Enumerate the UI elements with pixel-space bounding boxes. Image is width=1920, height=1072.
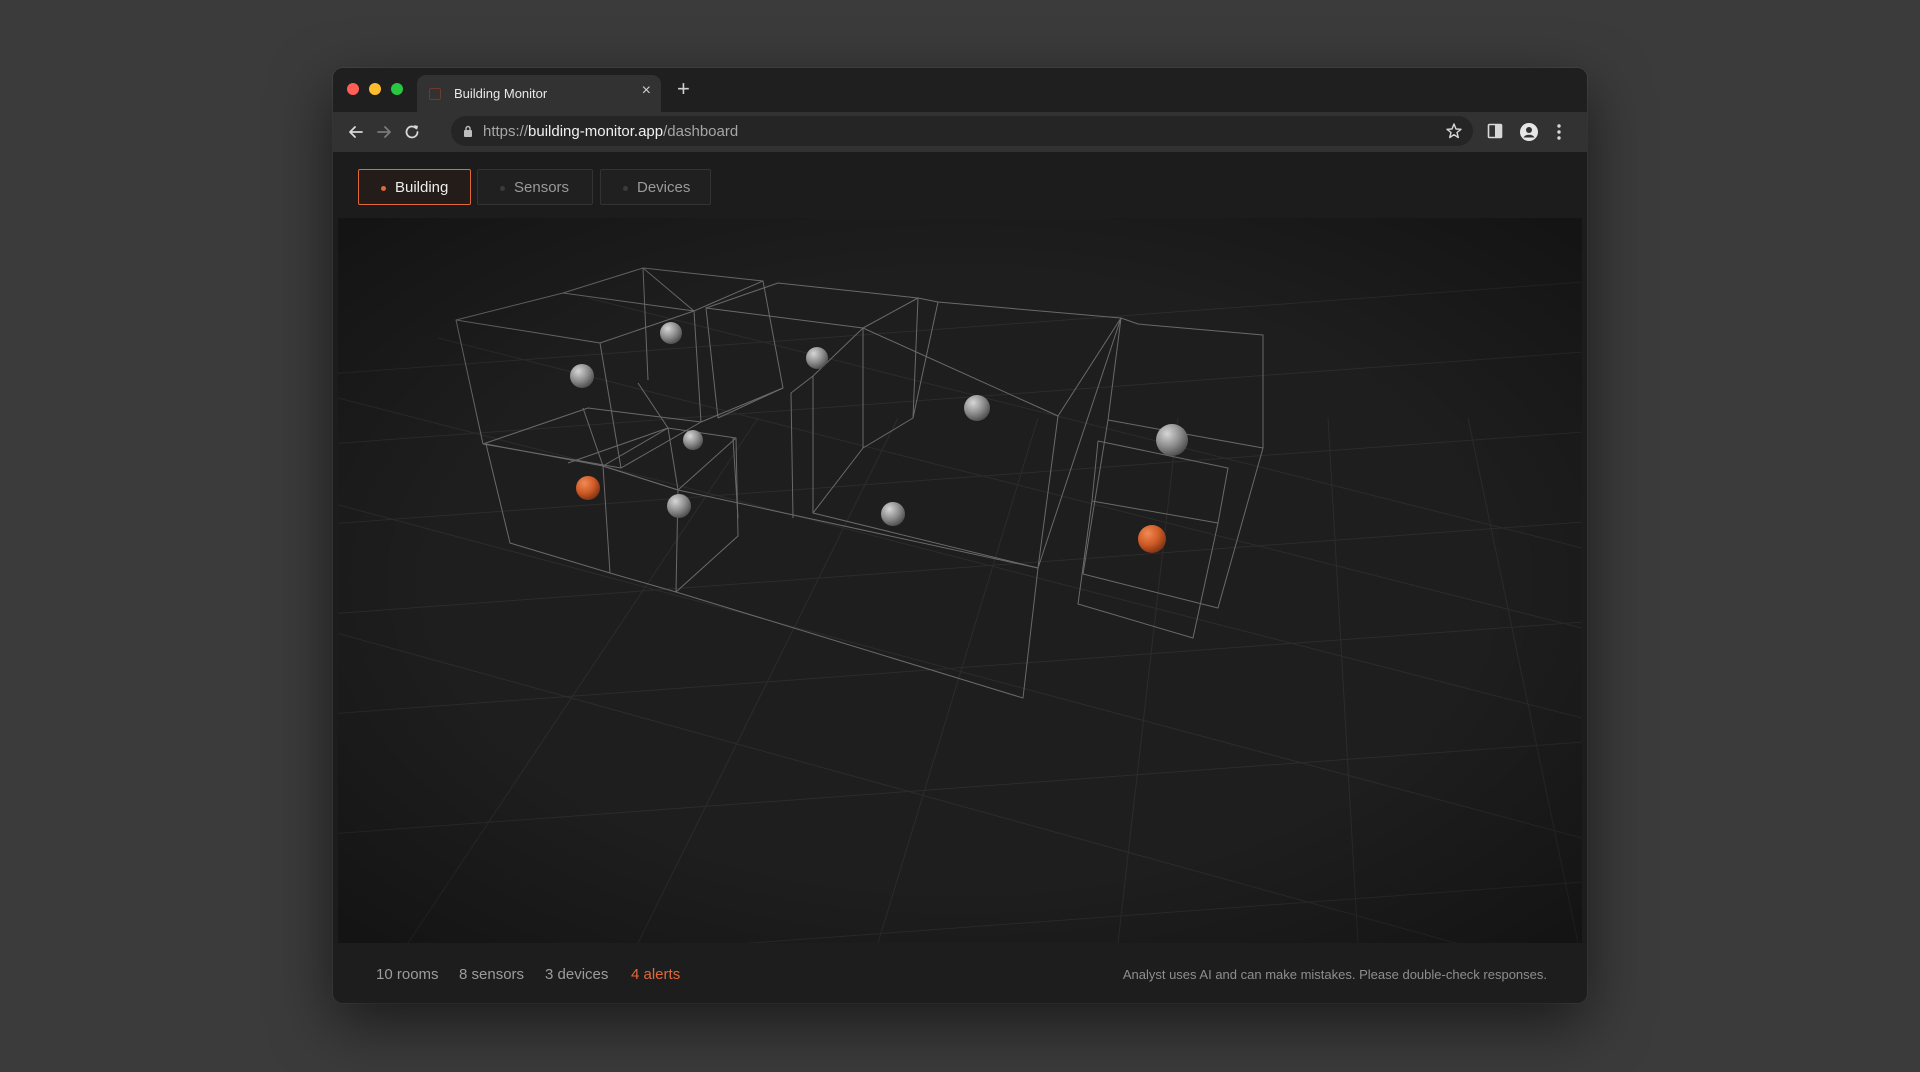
tab-devices[interactable]: Devices (600, 169, 711, 205)
favicon-icon (429, 88, 441, 100)
back-arrow-icon[interactable] (346, 122, 366, 142)
title-bar: Building Monitor × + (333, 68, 1587, 112)
url-path: /dashboard (663, 123, 739, 140)
browser-toolbar: https://building-monitor.app/dashboard (333, 112, 1587, 152)
tab-title: Building Monitor (454, 86, 548, 101)
close-window-button[interactable] (347, 83, 359, 95)
alerts-count[interactable]: 4 alerts (631, 966, 680, 983)
url-text: https://building-monitor.app/dashboard (483, 123, 738, 140)
app-content: Building Sensors Devices 10 rooms 8 sens… (333, 152, 1587, 1003)
view-tab-bar: Building Sensors Devices (333, 152, 1587, 218)
url-scheme: https:// (483, 123, 529, 140)
building-wireframe-scene[interactable] (338, 218, 1582, 943)
browser-window: Building Monitor × + https://building-mo… (333, 68, 1587, 1003)
building-3d-viewport[interactable] (338, 218, 1582, 943)
tab-sensors[interactable]: Sensors (477, 169, 593, 205)
tab-close-icon[interactable]: × (642, 83, 651, 99)
new-tab-icon[interactable]: + (677, 78, 690, 100)
maximize-window-button[interactable] (391, 83, 403, 95)
tab-building-indicator (381, 186, 386, 191)
tab-building[interactable]: Building (358, 169, 471, 205)
profile-avatar-icon[interactable] (1519, 122, 1539, 142)
address-bar[interactable]: https://building-monitor.app/dashboard (451, 116, 1473, 146)
more-menu-icon[interactable] (1555, 122, 1563, 142)
browser-tab[interactable]: Building Monitor × (417, 75, 661, 112)
viewport-vignette (338, 218, 1582, 943)
bookmark-star-icon[interactable] (1445, 122, 1463, 140)
tab-building-label: Building (395, 179, 449, 196)
tab-sensors-indicator (500, 186, 505, 191)
ai-disclaimer: Analyst uses AI and can make mistakes. P… (1122, 967, 1547, 982)
tab-devices-label: Devices (637, 179, 691, 196)
reload-icon[interactable] (402, 122, 422, 142)
url-host: building-monitor.app (528, 123, 664, 140)
side-panel-icon[interactable] (1486, 122, 1504, 140)
tab-devices-indicator (623, 186, 628, 191)
forward-arrow-icon[interactable] (374, 122, 394, 142)
tab-sensors-label: Sensors (514, 179, 570, 196)
lock-icon (464, 125, 472, 137)
minimize-window-button[interactable] (369, 83, 381, 95)
rooms-count: 10 rooms (376, 966, 439, 983)
sensors-count: 8 sensors (459, 966, 525, 983)
devices-count: 3 devices (545, 966, 609, 983)
status-footer: 10 rooms 8 sensors 3 devices 4 alerts An… (333, 943, 1587, 1003)
